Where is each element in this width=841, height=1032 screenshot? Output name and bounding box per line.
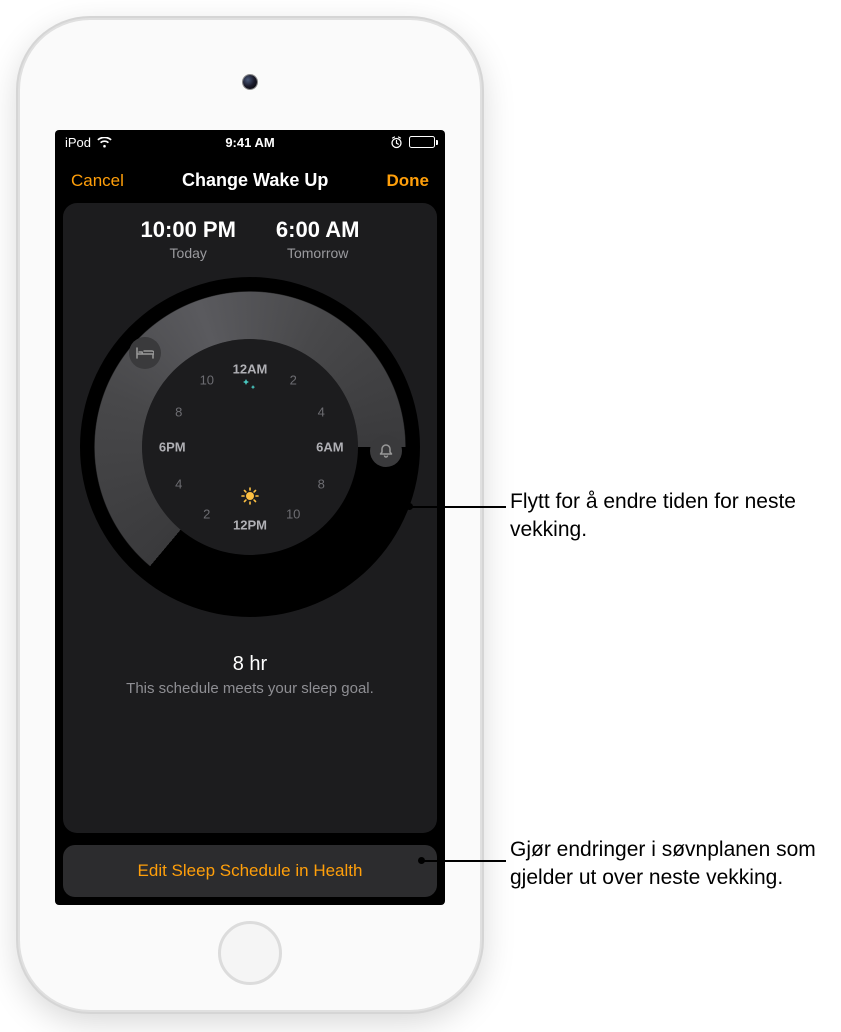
callout-leader-2 bbox=[422, 860, 506, 862]
wakeup-value: 6:00 AM bbox=[276, 217, 360, 243]
status-time: 9:41 AM bbox=[225, 135, 274, 150]
callout-leader-1 bbox=[410, 506, 506, 508]
hour-16: 4 bbox=[175, 476, 182, 491]
wakeup-handle[interactable] bbox=[370, 435, 402, 467]
sleep-goal-summary: 8 hr This schedule meets your sleep goal… bbox=[126, 653, 374, 697]
wakeup-day: Tomorrow bbox=[276, 245, 360, 261]
hour-4: 4 bbox=[318, 405, 325, 420]
sleep-duration: 8 hr bbox=[126, 653, 374, 676]
bedtime-handle[interactable] bbox=[129, 337, 161, 369]
hour-8: 8 bbox=[318, 476, 325, 491]
schedule-card: 10:00 PM Today 6:00 AM Tomorrow bbox=[63, 203, 437, 833]
stars-icon bbox=[241, 377, 259, 400]
sleep-dial[interactable]: 12AM 2 4 6AM 8 10 12PM 2 4 6PM 8 10 bbox=[80, 277, 420, 617]
home-button[interactable] bbox=[218, 921, 282, 985]
hour-12pm: 12PM bbox=[233, 517, 267, 532]
done-button[interactable]: Done bbox=[387, 171, 430, 191]
hour-2: 2 bbox=[290, 373, 297, 388]
cancel-button[interactable]: Cancel bbox=[71, 171, 124, 191]
hour-12am: 12AM bbox=[233, 362, 268, 377]
hour-10: 10 bbox=[286, 506, 300, 521]
wakeup-block: 6:00 AM Tomorrow bbox=[276, 217, 360, 261]
bedtime-value: 10:00 PM bbox=[141, 217, 236, 243]
hour-22: 10 bbox=[200, 373, 214, 388]
wifi-icon bbox=[97, 137, 112, 148]
front-camera bbox=[243, 75, 257, 89]
sun-icon bbox=[240, 486, 260, 511]
navigation-bar: Cancel Change Wake Up Done bbox=[63, 160, 437, 203]
bed-icon bbox=[136, 347, 154, 359]
callout-wakeup-handle: Flytt for å endre tiden for neste vekkin… bbox=[510, 488, 820, 545]
callout-edit-schedule: Gjør endringer i søvnplanen som gjelder … bbox=[510, 836, 820, 893]
ipod-device-frame: iPod 9:41 AM Cancel Change Wake Up Done bbox=[20, 20, 480, 1010]
hour-6am: 6AM bbox=[316, 440, 343, 455]
hour-14: 2 bbox=[203, 506, 210, 521]
bedtime-block: 10:00 PM Today bbox=[141, 217, 236, 261]
battery-icon bbox=[409, 136, 435, 148]
screen: iPod 9:41 AM Cancel Change Wake Up Done bbox=[55, 130, 445, 905]
status-bar: iPod 9:41 AM bbox=[55, 130, 445, 154]
dial-face: 12AM 2 4 6AM 8 10 12PM 2 4 6PM 8 10 bbox=[142, 339, 358, 555]
bell-icon bbox=[378, 443, 394, 459]
alarm-status-icon bbox=[390, 136, 403, 149]
edit-sleep-schedule-button[interactable]: Edit Sleep Schedule in Health bbox=[63, 845, 437, 897]
hour-20: 8 bbox=[175, 405, 182, 420]
bedtime-day: Today bbox=[141, 245, 236, 261]
sleep-goal-message: This schedule meets your sleep goal. bbox=[126, 680, 374, 697]
hour-6pm: 6PM bbox=[159, 440, 186, 455]
carrier-label: iPod bbox=[65, 135, 91, 150]
page-title: Change Wake Up bbox=[182, 170, 328, 191]
